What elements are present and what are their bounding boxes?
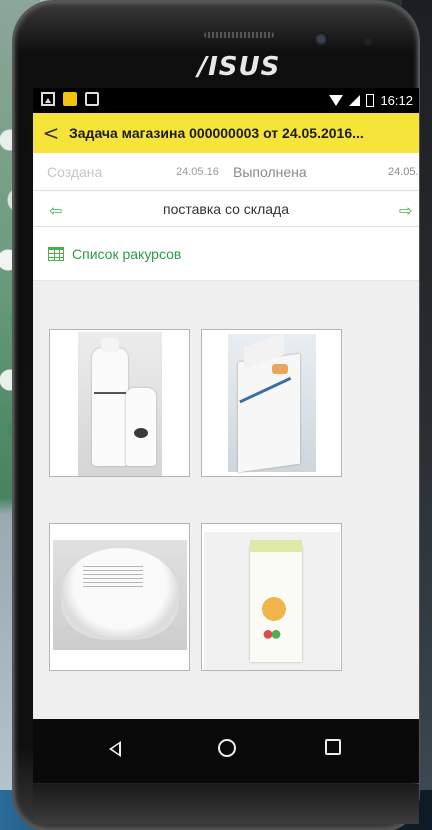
- next-arrow-icon[interactable]: ⇨: [399, 201, 412, 220]
- task-info-row: Создана 24.05.16 Выполнена 24.05.1: [33, 153, 419, 191]
- photo-thumbnail-milk[interactable]: [201, 329, 342, 477]
- milk-carton-image: [228, 332, 316, 473]
- brand-logo: /ISUS: [197, 52, 281, 82]
- nav-back-icon[interactable]: [109, 741, 121, 757]
- task-navigator: ⇦ поставка со склада ⇨: [33, 191, 419, 227]
- signal-icon: [349, 95, 361, 106]
- photo-thumbnail-cup[interactable]: [49, 523, 190, 671]
- back-button[interactable]: <: [33, 113, 69, 153]
- done-label: Выполнена: [233, 163, 307, 180]
- store-notification-icon: [85, 92, 99, 106]
- created-date: 24.05.16: [176, 165, 219, 178]
- yogurt-bottles-image: [78, 332, 162, 476]
- dessert-cup-image: [53, 540, 187, 650]
- phone-chin: [33, 784, 419, 824]
- front-camera: [314, 32, 328, 46]
- nav-recents-icon[interactable]: [325, 739, 341, 755]
- battery-icon: [366, 94, 375, 107]
- photo-thumbnail-juice[interactable]: [201, 523, 342, 671]
- phone-screen: 16:12 < Задача магазина 000000003 от 24.…: [33, 88, 419, 783]
- app-header: < Задача магазина 000000003 от 24.05.201…: [33, 113, 419, 153]
- wifi-icon: [329, 95, 344, 106]
- page-title: Задача магазина 000000003 от 24.05.2016.…: [69, 125, 364, 141]
- angles-list-label: Список ракурсов: [72, 245, 182, 262]
- status-bar: 16:12: [33, 88, 419, 113]
- created-label: Создана: [47, 163, 103, 180]
- juice-box-image: [204, 532, 340, 670]
- file-notification-icon: [63, 92, 77, 106]
- nav-home-icon[interactable]: [218, 739, 236, 757]
- proximity-sensor: [364, 38, 372, 46]
- image-notification-icon: [41, 92, 55, 106]
- android-navigation-bar: [33, 719, 419, 783]
- navigator-title: поставка со склада: [163, 201, 289, 217]
- table-icon: [48, 246, 64, 261]
- done-date: 24.05.1: [388, 165, 419, 178]
- status-time: 16:12: [380, 93, 413, 108]
- angles-list-link[interactable]: Список ракурсов: [33, 227, 419, 281]
- photo-thumbnail-yogurt[interactable]: [49, 329, 190, 477]
- earpiece-speaker: [204, 32, 274, 38]
